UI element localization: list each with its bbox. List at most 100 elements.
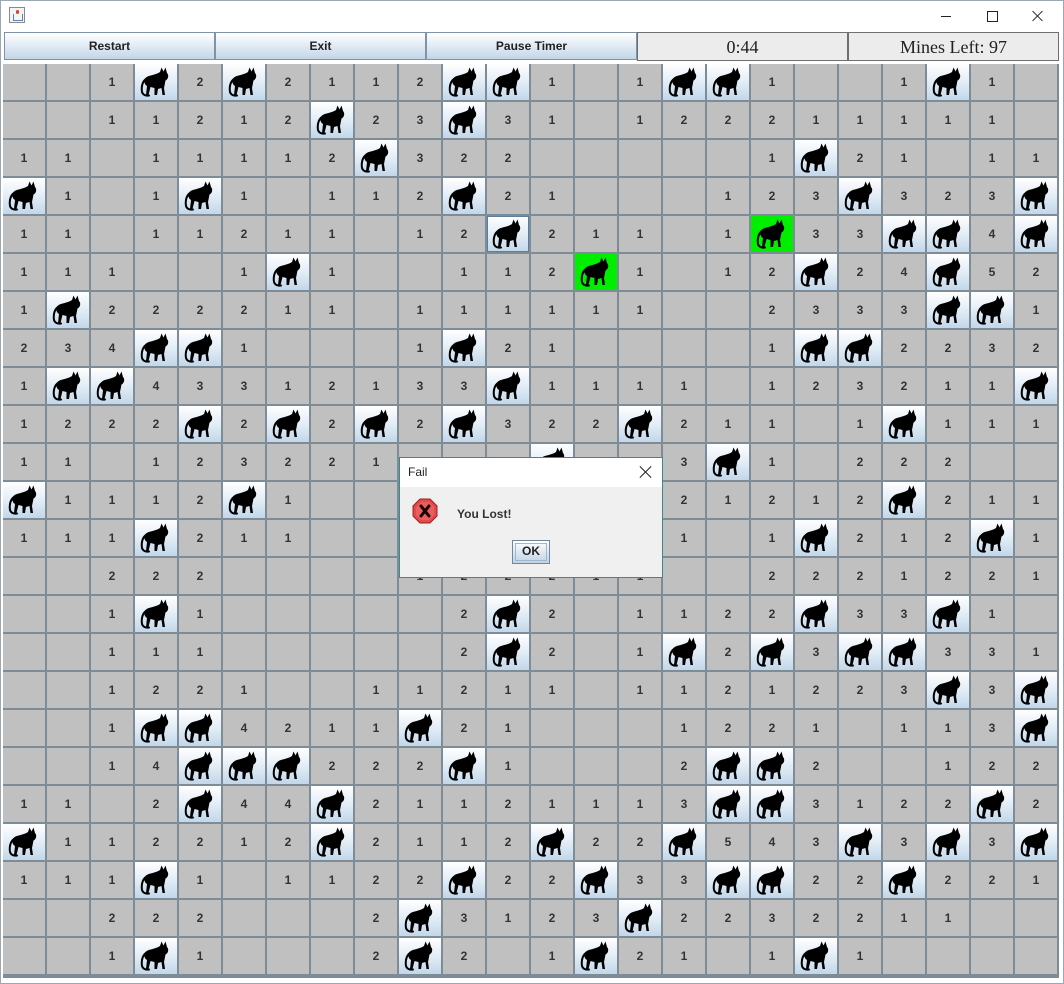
mine-cell[interactable] [927, 216, 969, 252]
empty-cell[interactable] [663, 292, 705, 328]
mine-cell[interactable] [179, 710, 221, 746]
close-window-button[interactable] [1015, 1, 1061, 31]
number-cell[interactable]: 1 [399, 330, 441, 366]
empty-cell[interactable] [3, 672, 45, 708]
number-cell[interactable]: 2 [487, 824, 529, 860]
number-cell[interactable]: 1 [531, 64, 573, 100]
number-cell[interactable]: 1 [135, 102, 177, 138]
number-cell[interactable]: 2 [795, 900, 837, 936]
empty-cell[interactable] [883, 938, 925, 974]
number-cell[interactable]: 2 [883, 786, 925, 822]
mine-cell[interactable] [927, 254, 969, 290]
number-cell[interactable]: 1 [883, 64, 925, 100]
empty-cell[interactable] [839, 748, 881, 784]
empty-cell[interactable] [179, 254, 221, 290]
number-cell[interactable]: 1 [135, 140, 177, 176]
number-cell[interactable]: 2 [1015, 748, 1057, 784]
number-cell[interactable]: 1 [971, 140, 1013, 176]
number-cell[interactable]: 1 [1015, 558, 1057, 594]
empty-cell[interactable] [707, 520, 749, 556]
number-cell[interactable]: 1 [311, 216, 353, 252]
number-cell[interactable]: 1 [487, 710, 529, 746]
mine-cell[interactable] [135, 938, 177, 974]
empty-cell[interactable] [883, 748, 925, 784]
number-cell[interactable]: 2 [795, 748, 837, 784]
number-cell[interactable]: 1 [311, 178, 353, 214]
number-cell[interactable]: 1 [663, 710, 705, 746]
number-cell[interactable]: 2 [619, 824, 661, 860]
number-cell[interactable]: 1 [91, 672, 133, 708]
mine-cell[interactable] [443, 862, 485, 898]
mine-cell[interactable] [927, 824, 969, 860]
detonated-mine-cell[interactable] [751, 216, 793, 252]
pause-timer-button[interactable]: Pause Timer [426, 32, 637, 60]
empty-cell[interactable] [311, 330, 353, 366]
mine-cell[interactable] [135, 64, 177, 100]
number-cell[interactable]: 3 [575, 900, 617, 936]
number-cell[interactable]: 1 [443, 254, 485, 290]
number-cell[interactable]: 3 [179, 368, 221, 404]
number-cell[interactable]: 2 [751, 178, 793, 214]
empty-cell[interactable] [311, 672, 353, 708]
number-cell[interactable]: 2 [443, 672, 485, 708]
number-cell[interactable]: 2 [443, 596, 485, 632]
number-cell[interactable]: 3 [971, 330, 1013, 366]
number-cell[interactable]: 1 [663, 596, 705, 632]
empty-cell[interactable] [267, 900, 309, 936]
number-cell[interactable]: 1 [619, 254, 661, 290]
number-cell[interactable]: 1 [751, 140, 793, 176]
empty-cell[interactable] [223, 558, 265, 594]
mine-cell[interactable] [751, 634, 793, 670]
number-cell[interactable]: 2 [663, 102, 705, 138]
empty-cell[interactable] [47, 938, 89, 974]
mine-cell[interactable] [883, 406, 925, 442]
number-cell[interactable]: 1 [47, 178, 89, 214]
number-cell[interactable]: 3 [795, 292, 837, 328]
number-cell[interactable]: 1 [3, 406, 45, 442]
empty-cell[interactable] [795, 406, 837, 442]
number-cell[interactable]: 2 [487, 862, 529, 898]
number-cell[interactable]: 1 [531, 938, 573, 974]
number-cell[interactable]: 1 [135, 634, 177, 670]
number-cell[interactable]: 1 [223, 672, 265, 708]
number-cell[interactable]: 2 [707, 596, 749, 632]
number-cell[interactable]: 3 [971, 634, 1013, 670]
empty-cell[interactable] [531, 710, 573, 746]
mine-cell[interactable] [135, 710, 177, 746]
number-cell[interactable]: 1 [971, 482, 1013, 518]
number-cell[interactable]: 1 [751, 444, 793, 480]
number-cell[interactable]: 3 [619, 862, 661, 898]
number-cell[interactable]: 2 [707, 102, 749, 138]
number-cell[interactable]: 3 [795, 824, 837, 860]
mine-cell[interactable] [927, 64, 969, 100]
empty-cell[interactable] [619, 330, 661, 366]
number-cell[interactable]: 1 [531, 330, 573, 366]
number-cell[interactable]: 5 [971, 254, 1013, 290]
number-cell[interactable]: 3 [883, 292, 925, 328]
number-cell[interactable]: 2 [487, 140, 529, 176]
empty-cell[interactable] [223, 634, 265, 670]
empty-cell[interactable] [311, 596, 353, 632]
number-cell[interactable]: 2 [751, 102, 793, 138]
number-cell[interactable]: 1 [883, 520, 925, 556]
empty-cell[interactable] [91, 216, 133, 252]
number-cell[interactable]: 1 [619, 64, 661, 100]
number-cell[interactable]: 4 [91, 330, 133, 366]
number-cell[interactable]: 2 [1015, 330, 1057, 366]
number-cell[interactable]: 2 [311, 368, 353, 404]
number-cell[interactable]: 1 [47, 140, 89, 176]
number-cell[interactable]: 3 [839, 368, 881, 404]
number-cell[interactable]: 3 [927, 634, 969, 670]
number-cell[interactable]: 1 [575, 216, 617, 252]
number-cell[interactable]: 1 [47, 254, 89, 290]
empty-cell[interactable] [223, 862, 265, 898]
number-cell[interactable]: 1 [795, 102, 837, 138]
mine-cell[interactable] [795, 596, 837, 632]
empty-cell[interactable] [47, 102, 89, 138]
number-cell[interactable]: 3 [399, 368, 441, 404]
mine-cell[interactable] [619, 406, 661, 442]
number-cell[interactable]: 1 [531, 368, 573, 404]
number-cell[interactable]: 2 [531, 406, 573, 442]
number-cell[interactable]: 1 [311, 254, 353, 290]
number-cell[interactable]: 3 [839, 216, 881, 252]
